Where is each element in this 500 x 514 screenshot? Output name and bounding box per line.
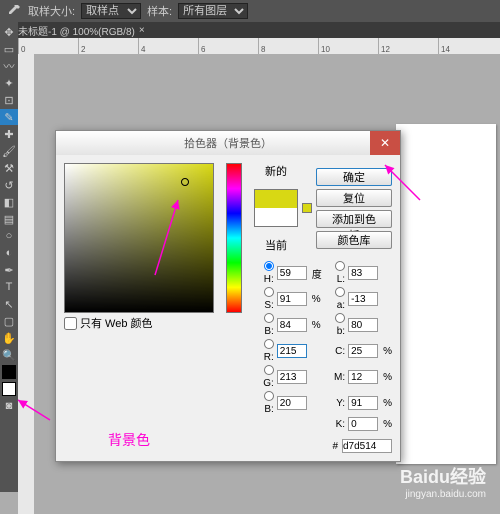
ruler-mark: 14 xyxy=(438,38,498,54)
color-preview xyxy=(254,189,298,227)
move-tool[interactable]: ✥ xyxy=(0,24,18,40)
bl-radio[interactable] xyxy=(264,391,274,401)
s-input[interactable] xyxy=(277,292,307,306)
sample-size-select[interactable]: 取样点 xyxy=(81,3,141,19)
hex-label: # xyxy=(332,441,338,452)
a-radio[interactable] xyxy=(335,287,345,297)
hand-tool[interactable]: ✋ xyxy=(0,330,18,346)
heal-tool[interactable]: ✚ xyxy=(0,126,18,142)
a-input[interactable] xyxy=(348,292,378,306)
ruler-mark: 12 xyxy=(378,38,438,54)
tool-palette: ✥ ▭ 〰 ✦ ⊡ ✎ ✚ 🖌 ⚒ ↺ ◧ ▤ ○ ◐ ✒ T ↖ ▢ ✋ 🔍 … xyxy=(0,22,18,492)
options-bar: 取样大小: 取样点 样本: 所有图层 xyxy=(0,0,500,22)
ruler-mark: 6 xyxy=(198,38,258,54)
g-radio[interactable] xyxy=(264,365,274,375)
ruler-vertical xyxy=(18,54,34,514)
sample-select[interactable]: 所有图层 xyxy=(178,3,248,19)
m-input[interactable] xyxy=(348,370,378,384)
tab-close-icon[interactable]: × xyxy=(139,25,145,36)
path-tool[interactable]: ↖ xyxy=(0,296,18,312)
watermark: Baidu经验 jingyan.baidu.com xyxy=(400,463,486,500)
web-only-label: 只有 Web 颜色 xyxy=(80,315,153,331)
color-values: H:度 L: S:% a: B:% b: R: C:% G: M:% B: Y:… xyxy=(254,261,392,431)
warning-swatch[interactable] xyxy=(302,203,312,213)
crop-tool[interactable]: ⊡ xyxy=(0,92,18,108)
blur-tool[interactable]: ○ xyxy=(0,228,18,244)
web-only-checkbox[interactable] xyxy=(64,317,77,330)
current-label: 当前 xyxy=(265,237,287,253)
shape-tool[interactable]: ▢ xyxy=(0,313,18,329)
bl-input[interactable] xyxy=(277,396,307,410)
color-picker-dialog: 拾色器（背景色） ✕ 只有 Web 颜色 新的 xyxy=(55,130,401,462)
brush-tool[interactable]: 🖌 xyxy=(0,143,18,159)
s-radio[interactable] xyxy=(264,287,274,297)
marquee-tool[interactable]: ▭ xyxy=(0,41,18,57)
g-input[interactable] xyxy=(277,370,307,384)
h-radio[interactable] xyxy=(264,261,274,271)
color-field[interactable] xyxy=(64,163,214,313)
foreground-swatch[interactable] xyxy=(2,365,16,379)
zoom-tool[interactable]: 🔍 xyxy=(0,347,18,363)
l-radio[interactable] xyxy=(335,261,345,271)
ruler-mark: 4 xyxy=(138,38,198,54)
add-swatch-button[interactable]: 添加到色板 xyxy=(316,210,392,228)
h-input[interactable] xyxy=(277,266,307,280)
type-tool[interactable]: T xyxy=(0,279,18,295)
close-icon[interactable]: ✕ xyxy=(370,131,400,155)
ruler-horizontal: 0 2 4 6 8 10 12 14 xyxy=(18,38,500,54)
picker-indicator xyxy=(181,178,189,186)
wand-tool[interactable]: ✦ xyxy=(0,75,18,91)
y-input[interactable] xyxy=(348,396,378,410)
sample-size-label: 取样大小: xyxy=(28,3,75,19)
dialog-titlebar[interactable]: 拾色器（背景色） ✕ xyxy=(56,131,400,155)
document-tab-bar: 未标题-1 @ 100%(RGB/8) × xyxy=(0,22,500,38)
watermark-brand: Baidu经验 xyxy=(400,463,486,489)
c-input[interactable] xyxy=(348,344,378,358)
background-swatch[interactable] xyxy=(2,382,16,396)
dialog-title: 拾色器（背景色） xyxy=(184,135,272,151)
r-radio[interactable] xyxy=(264,339,274,349)
b-radio[interactable] xyxy=(264,313,274,323)
watermark-url: jingyan.baidu.com xyxy=(400,489,486,500)
stamp-tool[interactable]: ⚒ xyxy=(0,160,18,176)
ruler-mark: 10 xyxy=(318,38,378,54)
dodge-tool[interactable]: ◐ xyxy=(0,245,18,261)
ok-button[interactable]: 确定 xyxy=(316,168,392,186)
lb-radio[interactable] xyxy=(335,313,345,323)
cancel-button[interactable]: 复位 xyxy=(316,189,392,207)
eyedropper-tool[interactable]: ✎ xyxy=(0,109,18,125)
lasso-tool[interactable]: 〰 xyxy=(0,58,18,74)
ruler-mark: 8 xyxy=(258,38,318,54)
history-brush-tool[interactable]: ↺ xyxy=(0,177,18,193)
document-tab[interactable]: 未标题-1 @ 100%(RGB/8) xyxy=(18,23,135,38)
color-lib-button[interactable]: 颜色库 xyxy=(316,231,392,249)
l-input[interactable] xyxy=(348,266,378,280)
new-label: 新的 xyxy=(265,163,287,179)
document-canvas[interactable] xyxy=(396,124,496,464)
pen-tool[interactable]: ✒ xyxy=(0,262,18,278)
eyedropper-icon[interactable] xyxy=(6,3,22,19)
k-input[interactable] xyxy=(348,417,378,431)
gradient-tool[interactable]: ▤ xyxy=(0,211,18,227)
r-input[interactable] xyxy=(277,344,307,358)
sample-label: 样本: xyxy=(147,3,172,19)
quickmask-tool[interactable]: ◙ xyxy=(0,398,18,414)
new-color xyxy=(255,190,297,208)
hex-input[interactable] xyxy=(342,439,392,453)
ruler-mark: 2 xyxy=(78,38,138,54)
ruler-mark: 0 xyxy=(18,38,78,54)
eraser-tool[interactable]: ◧ xyxy=(0,194,18,210)
current-color xyxy=(255,208,297,226)
lb-input[interactable] xyxy=(348,318,378,332)
br-input[interactable] xyxy=(277,318,307,332)
hue-slider[interactable] xyxy=(226,163,242,313)
